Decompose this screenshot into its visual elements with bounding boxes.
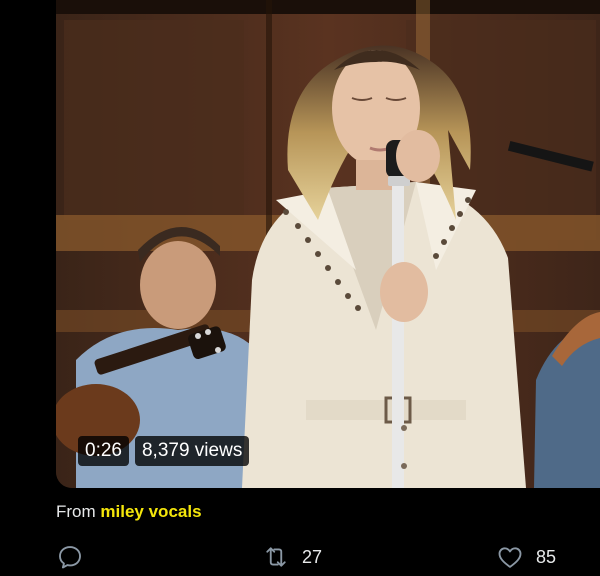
view-count-badge: 8,379 views xyxy=(134,436,250,466)
video-source: From miley vocals xyxy=(56,500,202,524)
retweet-icon xyxy=(266,547,286,567)
like-button[interactable]: 85 xyxy=(496,543,556,571)
reply-button[interactable] xyxy=(56,543,84,571)
duration-badge: 0:26 xyxy=(78,436,129,466)
video-player[interactable]: 0:26 8,379 views xyxy=(56,0,600,488)
like-count: 85 xyxy=(536,547,557,567)
tweet-media-view: 0:26 8,379 views From miley vocals 27 85 xyxy=(0,0,600,576)
heart-icon xyxy=(498,547,522,568)
video-badges: 0:26 8,379 views xyxy=(78,436,250,466)
retweet-count: 27 xyxy=(302,547,323,567)
source-account-link[interactable]: miley vocals xyxy=(100,502,201,521)
video-frame xyxy=(56,0,600,488)
reply-icon xyxy=(59,546,81,569)
source-prefix: From xyxy=(56,502,96,521)
retweet-button[interactable]: 27 xyxy=(262,543,322,571)
